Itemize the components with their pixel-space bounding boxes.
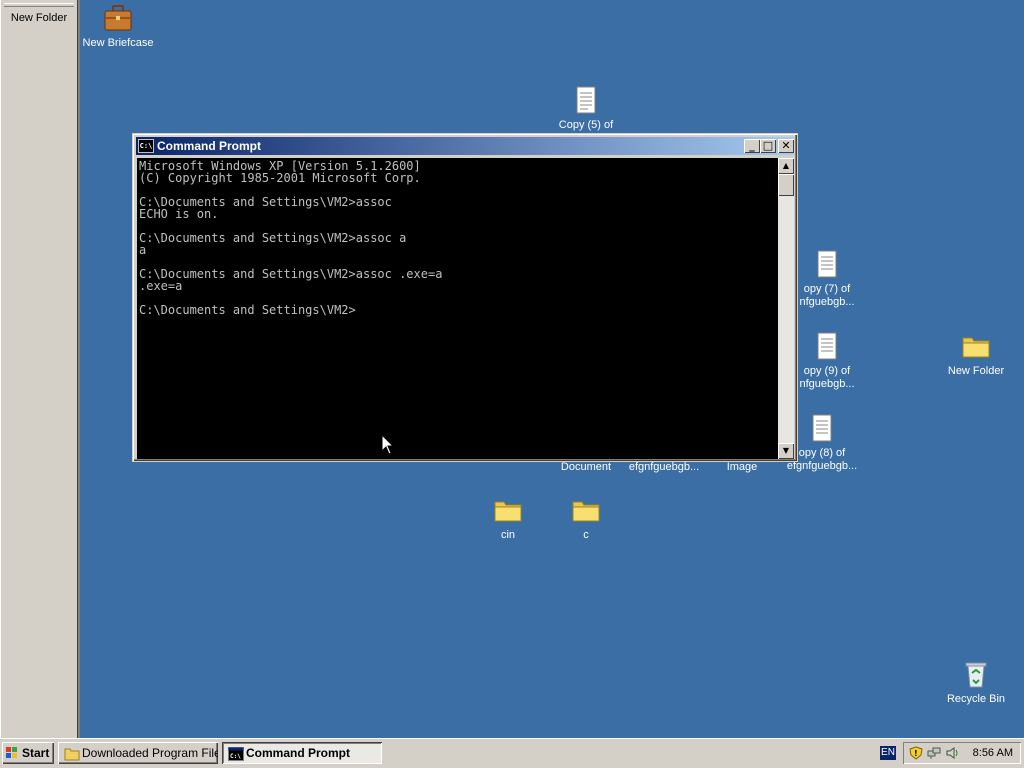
desktop-icon-cin[interactable]: cin bbox=[468, 494, 548, 542]
recycle-bin-icon bbox=[960, 658, 992, 690]
desktop-icon-new-folder[interactable]: New Folder bbox=[936, 330, 1016, 378]
scroll-thumb[interactable] bbox=[778, 174, 794, 196]
desktop-icon-efgnfguebgb[interactable]: efgnfguebgb... bbox=[622, 461, 706, 474]
side-panel-item-new-folder[interactable]: New Folder bbox=[0, 12, 78, 24]
security-shield-icon[interactable]: ! bbox=[909, 746, 923, 760]
command-prompt-window: C:\ Command Prompt _ □ ✕ Microsoft Windo… bbox=[132, 133, 798, 462]
text-document-icon bbox=[811, 248, 843, 280]
icon-label-line2: nfguebgb... bbox=[799, 378, 855, 390]
maximize-button[interactable]: □ bbox=[760, 139, 776, 153]
icon-label-line2: nfguebgb... bbox=[799, 296, 855, 308]
desktop-icon-image[interactable]: Image bbox=[702, 461, 782, 474]
taskbar-button-label: Command Prompt bbox=[246, 746, 351, 760]
close-button[interactable]: ✕ bbox=[778, 139, 794, 153]
console-line: C:\Documents and Settings\VM2>assoc a bbox=[139, 231, 407, 245]
icon-label: opy (7) of bbox=[803, 283, 851, 295]
text-document-icon bbox=[806, 412, 838, 444]
icon-label: opy (9) of bbox=[803, 365, 851, 377]
minimize-button[interactable]: _ bbox=[744, 139, 760, 153]
desktop-icon-c[interactable]: c bbox=[546, 494, 626, 542]
console-line: C:\Documents and Settings\VM2> bbox=[139, 303, 356, 317]
console-line: (C) Copyright 1985-2001 Microsoft Corp. bbox=[139, 171, 421, 185]
icon-label: New Briefcase bbox=[82, 37, 154, 49]
icon-label: New Folder bbox=[947, 365, 1005, 377]
scroll-down-arrow-icon[interactable]: ▼ bbox=[778, 443, 794, 459]
vertical-scrollbar[interactable]: ▲ ▼ bbox=[778, 158, 794, 459]
desktop-icon-copy-5[interactable]: Copy (5) of bbox=[546, 84, 626, 132]
volume-icon[interactable] bbox=[945, 746, 959, 760]
language-indicator[interactable]: EN bbox=[880, 746, 896, 760]
icon-label: c bbox=[583, 529, 589, 541]
desktop-icon-copy-7[interactable]: opy (7) of nfguebgb... bbox=[790, 248, 864, 309]
clock[interactable]: 8:56 AM bbox=[973, 742, 1013, 764]
icon-label: cin bbox=[500, 529, 516, 541]
desktop-icon-copy-9[interactable]: opy (9) of nfguebgb... bbox=[790, 330, 864, 391]
icon-label: Recycle Bin bbox=[946, 693, 1006, 705]
cmd-icon: C:\ bbox=[228, 746, 244, 761]
windows-logo-icon bbox=[6, 747, 18, 759]
scroll-up-arrow-icon[interactable]: ▲ bbox=[778, 158, 794, 174]
icon-label: Copy (5) of bbox=[558, 119, 614, 131]
desktop-icon-document[interactable]: Document bbox=[546, 461, 626, 474]
network-icon[interactable] bbox=[927, 746, 941, 760]
folder-icon bbox=[960, 330, 992, 362]
svg-text:!: ! bbox=[914, 749, 918, 758]
side-panel: New Folder bbox=[0, 0, 80, 738]
svg-text:C:\: C:\ bbox=[230, 753, 241, 760]
taskbar-button-label: Downloaded Program Files bbox=[82, 746, 218, 760]
panel-divider bbox=[4, 3, 74, 7]
desktop-icon-recycle-bin[interactable]: Recycle Bin bbox=[936, 658, 1016, 706]
text-document-icon bbox=[570, 84, 602, 116]
cmd-icon: C:\ bbox=[138, 139, 154, 153]
taskbar: Start Downloaded Program Files C:\ Comma… bbox=[0, 738, 1024, 768]
console-line: C:\Documents and Settings\VM2>assoc bbox=[139, 195, 392, 209]
icon-label: Image bbox=[726, 461, 758, 473]
mouse-cursor-icon bbox=[381, 434, 395, 455]
console-output[interactable]: Microsoft Windows XP [Version 5.1.2600](… bbox=[137, 158, 778, 459]
folder-icon bbox=[64, 746, 80, 761]
briefcase-icon bbox=[102, 2, 134, 34]
taskbar-button-downloaded-program-files[interactable]: Downloaded Program Files bbox=[58, 742, 218, 764]
folder-icon bbox=[570, 494, 602, 526]
start-button[interactable]: Start bbox=[2, 742, 54, 764]
console-line: a bbox=[139, 243, 147, 257]
taskbar-button-command-prompt[interactable]: C:\ Command Prompt bbox=[222, 742, 382, 764]
console-line: .exe=a bbox=[139, 279, 183, 293]
desktop-icon-new-briefcase[interactable]: New Briefcase bbox=[78, 2, 158, 50]
window-titlebar[interactable]: C:\ Command Prompt _ □ ✕ bbox=[136, 137, 794, 155]
console-line: ECHO is on. bbox=[139, 207, 219, 221]
window-title: Command Prompt bbox=[157, 139, 262, 153]
folder-icon bbox=[492, 494, 524, 526]
icon-label: efgnfguebgb... bbox=[628, 461, 700, 473]
start-label: Start bbox=[22, 746, 50, 760]
icon-label: Document bbox=[560, 461, 612, 473]
system-tray: ! 8:56 AM bbox=[903, 742, 1021, 764]
console-line: C:\Documents and Settings\VM2>assoc .exe… bbox=[139, 267, 443, 281]
text-document-icon bbox=[811, 330, 843, 362]
